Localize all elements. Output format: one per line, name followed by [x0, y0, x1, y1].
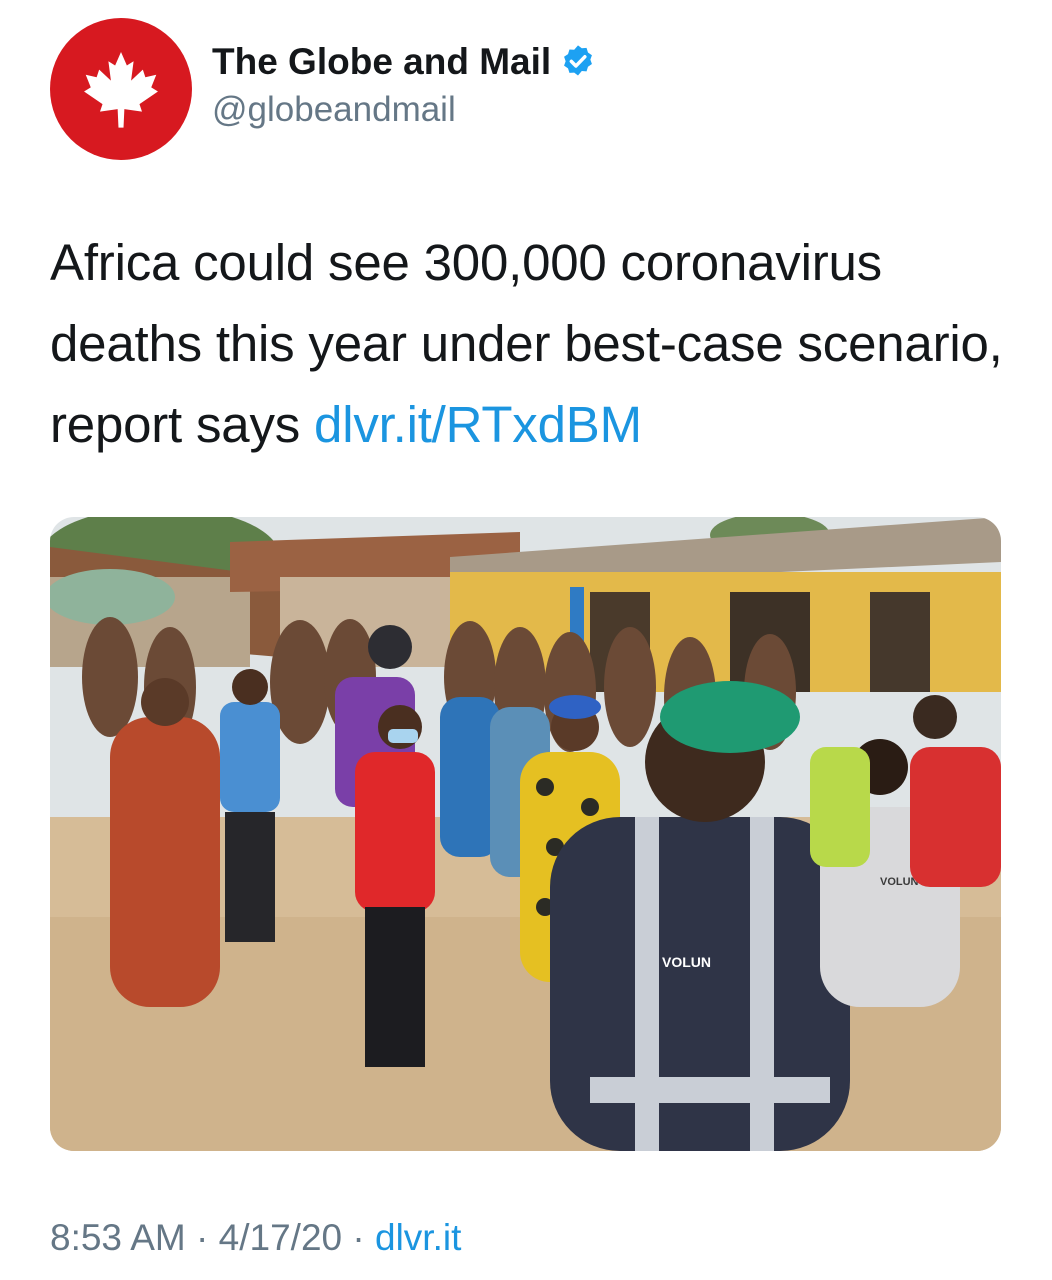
display-name[interactable]: The Globe and Mail: [212, 40, 551, 84]
vest-text-right: VOLUN: [662, 954, 711, 970]
photo-illustration: VOLUN VOLUNTEER: [50, 517, 1001, 1151]
tweet-meta: 8:53 AM · 4/17/20 · dlvr.it: [50, 1214, 461, 1262]
tweet-source[interactable]: dlvr.it: [375, 1217, 461, 1258]
maple-leaf-icon: [84, 52, 158, 128]
meta-separator: ·: [196, 1217, 209, 1258]
tweet-header: The Globe and Mail @globeandmail: [50, 18, 1000, 160]
avatar[interactable]: [50, 18, 192, 160]
handle[interactable]: @globeandmail: [212, 88, 597, 132]
meta-separator-2: ·: [352, 1217, 365, 1258]
tweet-date[interactable]: 4/17/20: [219, 1217, 342, 1258]
tweet-photo[interactable]: VOLUN VOLUNTEER: [50, 517, 1001, 1151]
tweet-link[interactable]: dlvr.it/RTxdBM: [314, 396, 642, 453]
tweet-time[interactable]: 8:53 AM: [50, 1217, 186, 1258]
tweet-text: Africa could see 300,000 coronavirus dea…: [50, 222, 1010, 465]
verified-badge-icon: [564, 45, 593, 76]
